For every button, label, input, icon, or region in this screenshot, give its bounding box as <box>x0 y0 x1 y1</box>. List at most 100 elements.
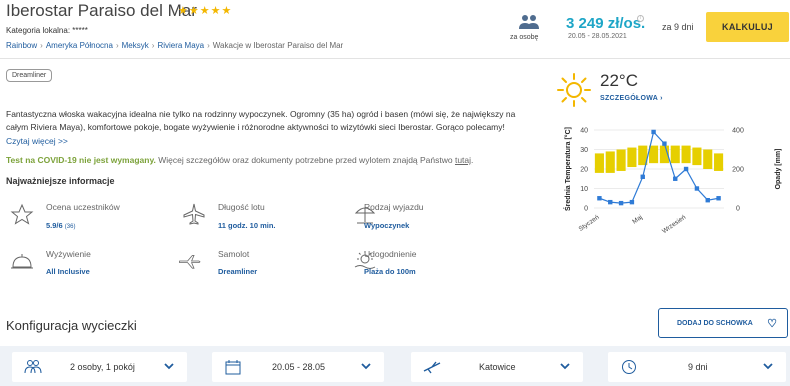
breadcrumb-separator: › <box>207 41 210 50</box>
hotel-stars: ★★★★★ <box>178 5 233 17</box>
calendar-icon <box>225 360 241 375</box>
y2-axis-label: Opady [mm] <box>775 149 782 190</box>
people-icon <box>519 15 539 29</box>
covid-notice: Test na COVID-19 nie jest wymagany. Więc… <box>6 155 473 165</box>
y-axis-label: Średnia Temperatura [°C] <box>563 127 572 211</box>
covid-notice-end: . <box>471 155 474 165</box>
x-tick-label: Styczeń <box>578 214 601 233</box>
breadcrumb-current: Wakacje w Iberostar Paraiso del Mar <box>212 41 344 50</box>
travelers-value: 2 osoby, 1 pokój <box>70 362 135 372</box>
info-value-board: All Inclusive <box>46 267 90 276</box>
people-icon <box>24 360 42 374</box>
key-info-title: Najważniejsze informacje <box>6 176 115 186</box>
plane-tag: Dreamliner <box>6 69 53 82</box>
airplane-icon <box>179 255 201 269</box>
weather-details-link[interactable]: SZCZEGÓŁOWA › <box>600 95 663 102</box>
sun-icon <box>557 73 591 107</box>
precipitation-point <box>608 199 613 205</box>
info-label-rating: Ocena uczestników <box>46 202 120 212</box>
temperature-bar <box>627 147 637 168</box>
info-value-flight: 11 godz. 10 min. <box>218 221 276 230</box>
y-tick-label: 20 <box>580 167 588 174</box>
breadcrumb-separator: › <box>151 41 155 50</box>
precipitation-point <box>716 196 721 201</box>
duration-select[interactable]: 9 dni <box>608 352 786 382</box>
precipitation-point <box>662 141 667 146</box>
plane-icon <box>183 203 205 225</box>
trip-dates: 20.05 - 28.05.2021 <box>568 33 627 40</box>
breadcrumb: Rainbow › Ameryka Północna › Meksyk › Riviera … <box>6 41 343 50</box>
info-label-trip-type: Rodzaj wyjazdu <box>364 202 424 212</box>
info-value-rating: 5.9/6 (36) <box>46 221 75 230</box>
travelers-select[interactable]: 2 osoby, 1 pokój <box>12 352 187 382</box>
chevron-down-icon <box>361 363 371 370</box>
price-info-icon[interactable]: i <box>637 15 644 22</box>
precipitation-point <box>683 166 689 172</box>
breadcrumb-separator: › <box>115 41 119 50</box>
breadcrumb-link-north-america[interactable]: Ameryka Północna <box>46 41 113 50</box>
weather-details-label: SZCZEGÓŁOWA <box>600 95 658 102</box>
departure-plane-icon <box>423 361 441 374</box>
temperature-bar <box>670 145 680 164</box>
temperature-bar <box>594 153 604 173</box>
info-label-aircraft: Samolot <box>218 249 250 259</box>
y-tick-label: 40 <box>580 128 588 135</box>
food-cloche-icon <box>11 254 33 269</box>
x-tick-label: Wrzesień <box>661 214 687 235</box>
breadcrumb-link-riviera-maya[interactable]: Riviera Maya <box>157 41 204 50</box>
y-tick-label: 10 <box>580 186 588 193</box>
y2-tick-label: 400 <box>732 128 744 135</box>
heart-icon: ♡ <box>767 318 777 330</box>
precipitation-point <box>673 176 678 181</box>
precipitation-point <box>651 129 656 135</box>
precipitation-point <box>640 174 645 179</box>
temperature-bar <box>692 147 702 166</box>
temperature-bar <box>714 153 724 171</box>
temperature-bar <box>616 149 626 171</box>
add-to-favorites-label: DODAJ DO SCHOWKA <box>677 319 753 327</box>
y2-tick-label: 200 <box>732 167 744 174</box>
add-to-favorites-button[interactable]: DODAJ DO SCHOWKA ♡ <box>658 308 788 338</box>
info-value-amenity: Plaża do 100m <box>364 267 416 276</box>
rating-score: 5.9/6 <box>46 221 63 230</box>
breadcrumb-link-mexico[interactable]: Meksyk <box>122 41 149 50</box>
price: 3 249 zł/os. <box>566 15 646 32</box>
breadcrumb-separator: › <box>40 41 43 50</box>
info-value-trip-type: Wypoczynek <box>364 221 410 230</box>
covid-notice-text: Więcej szczegółów oraz dokumenty potrzeb… <box>155 155 455 165</box>
header-divider <box>0 58 790 59</box>
config-title: Konfiguracja wycieczki <box>6 318 137 333</box>
y2-tick-label: 0 <box>736 206 740 213</box>
info-label-board: Wyżywienie <box>46 249 91 259</box>
trip-duration: za 9 dni <box>662 22 694 32</box>
local-category: Kategoria lokalna: ***** <box>6 26 88 35</box>
dates-value: 20.05 - 28.05 <box>272 362 326 372</box>
precipitation-point <box>597 196 602 201</box>
precipitation-point <box>694 186 700 191</box>
info-value-aircraft: Dreamliner <box>218 267 258 276</box>
read-more-link[interactable]: Czytaj więcej >> <box>6 136 68 146</box>
chevron-down-icon <box>763 363 773 370</box>
climate-chart: 0102030400200400Styczeń Maj WrzesieńŚredni… <box>563 127 782 235</box>
departure-value: Katowice <box>479 362 516 372</box>
breadcrumb-link-rainbow[interactable]: Rainbow <box>6 41 37 50</box>
dates-select[interactable]: 20.05 - 28.05 <box>212 352 384 382</box>
precipitation-point <box>618 200 624 206</box>
info-label-flight: Długość lotu <box>218 202 265 212</box>
hotel-title: Iberostar Paraiso del Mar <box>6 1 197 20</box>
chevron-down-icon <box>560 363 570 370</box>
rating-star-icon <box>10 203 34 225</box>
temperature-bar <box>649 145 659 164</box>
hotel-description: Fantastyczna włoska wakacyjna idealna ni… <box>6 109 516 132</box>
precipitation-point <box>705 198 710 203</box>
temperature-bar <box>605 151 615 173</box>
departure-select[interactable]: Katowice <box>411 352 583 382</box>
per-person-label: za osobę <box>510 34 539 41</box>
temperature-bar <box>681 145 691 164</box>
calculate-button[interactable]: KALKULUJ <box>706 12 789 42</box>
temperature-bar <box>703 149 713 169</box>
weather-temperature: 22°C <box>600 71 638 90</box>
x-tick-label: Maj <box>631 214 644 226</box>
chevron-down-icon <box>164 363 174 370</box>
covid-details-link[interactable]: tutaj <box>455 155 471 165</box>
